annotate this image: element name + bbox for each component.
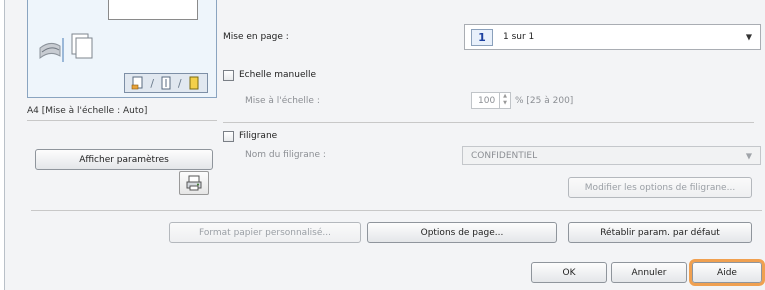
- preview-documents-icon: [38, 30, 98, 70]
- toolbar-separator: /: [150, 76, 155, 90]
- page-layout-number-icon: 1: [471, 28, 493, 46]
- page-layout-value: 1 sur 1: [503, 32, 535, 42]
- page-layout-label: Mise en page :: [223, 32, 289, 42]
- page-preview-panel: / /: [27, 0, 217, 98]
- actions-divider: [31, 210, 762, 211]
- preview-paper-sheet: [108, 0, 198, 20]
- manual-scaling-label: Echelle manuelle: [239, 70, 317, 80]
- watermark-name-label: Nom du filigrane :: [245, 150, 326, 160]
- cancel-button[interactable]: Annuler: [611, 262, 687, 283]
- printer-settings-button[interactable]: [179, 171, 209, 195]
- edit-watermark-button[interactable]: Modifier les options de filigrane...: [568, 177, 752, 198]
- watermark-label: Filigrane: [239, 131, 278, 141]
- page-layout-icon[interactable]: [157, 76, 175, 90]
- restore-defaults-button[interactable]: Rétablir param. par défaut: [568, 222, 752, 243]
- page-options-button[interactable]: Options de page...: [367, 222, 557, 243]
- show-settings-button[interactable]: Afficher paramètres: [35, 149, 213, 170]
- watermark-name-value: CONFIDENTIEL: [471, 150, 538, 161]
- scaling-range-label: % [25 à 200]: [515, 96, 574, 106]
- help-button[interactable]: Aide: [689, 259, 765, 286]
- section-divider: [223, 122, 754, 123]
- paper-size-caption: A4 [Mise à l'échelle : Auto]: [27, 106, 148, 116]
- custom-paper-size-button[interactable]: Format papier personnalisé...: [169, 222, 361, 243]
- scaling-value-input[interactable]: 100 ▲ ▼: [471, 92, 511, 109]
- watermark-name-select[interactable]: CONFIDENTIEL ▼: [462, 146, 761, 165]
- spin-down-icon: ▼: [503, 100, 507, 106]
- print-settings-dialog: / / A4 [Mise à l'échelle : Auto] Affiche…: [4, 0, 765, 290]
- chevron-down-icon: ▼: [745, 32, 752, 42]
- scaling-sub-label: Mise à l'échelle :: [245, 96, 320, 106]
- chevron-down-icon: ▼: [745, 151, 752, 160]
- page-layout-select[interactable]: 1 1 sur 1 ▼: [464, 24, 761, 50]
- manual-scaling-checkbox[interactable]: [223, 70, 234, 81]
- toolbar-separator: /: [177, 76, 182, 90]
- scaling-value: 100: [478, 95, 496, 106]
- watermark-checkbox[interactable]: [223, 131, 234, 142]
- preview-toolbar: / /: [124, 73, 208, 93]
- left-divider: [27, 120, 217, 121]
- printer-settings-icon: [186, 175, 202, 191]
- spin-up-icon: ▲: [503, 93, 507, 99]
- paper-icon[interactable]: [185, 76, 203, 90]
- ok-button[interactable]: OK: [531, 262, 607, 283]
- finishing-icon[interactable]: [129, 76, 147, 90]
- scaling-spinner[interactable]: ▲ ▼: [499, 93, 510, 108]
